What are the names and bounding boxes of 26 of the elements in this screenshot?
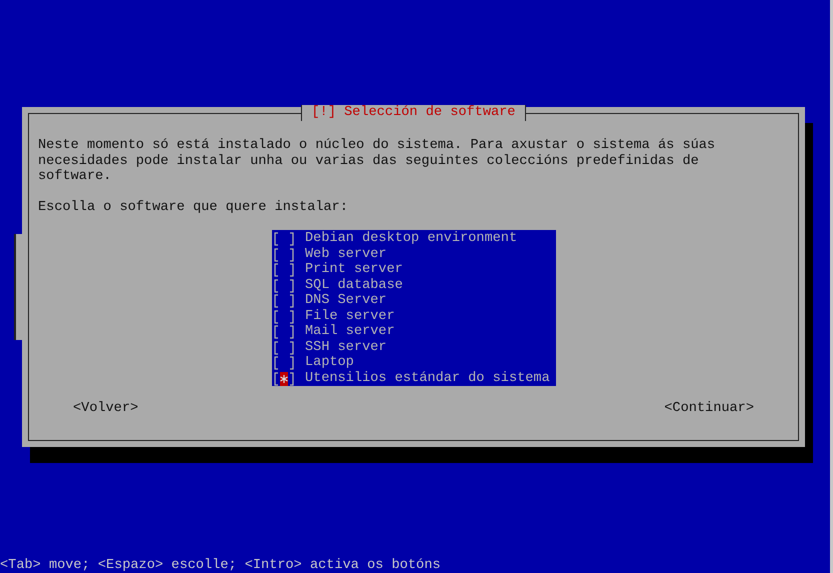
checkbox[interactable] (274, 294, 294, 308)
software-option[interactable]: Debian desktop environment (305, 231, 518, 247)
checkbox[interactable] (274, 232, 294, 246)
checkbox[interactable] (274, 340, 294, 355)
back-button[interactable]: <Volver> (73, 401, 138, 417)
checkbox[interactable] (274, 372, 294, 386)
continue-button[interactable]: <Continuar> (664, 401, 754, 417)
checkbox[interactable] (274, 278, 294, 293)
software-option[interactable]: SQL database (305, 278, 403, 294)
software-option[interactable]: DNS Server (305, 293, 387, 309)
software-option[interactable]: SSH server (305, 340, 387, 356)
checkbox[interactable] (274, 263, 294, 278)
checkbox[interactable] (274, 310, 294, 324)
description-text: Neste momento só está instalado o núcleo do sistema. Para axustar o sistema ás súas necesidades pode instalar unha ou varias das seguintes coleccións predefinidas de software. (38, 138, 716, 185)
software-option[interactable]: Print server (305, 262, 403, 278)
software-option[interactable]: Utensilios estándar do sistema (305, 370, 550, 386)
key-help-text: <Tab> move; <Espazo> escolle; <Intro> activa os botóns (0, 558, 441, 573)
prompt-text: Escolla o software que quere instalar: (38, 200, 349, 216)
software-option[interactable]: Web server (305, 246, 387, 262)
checkbox[interactable] (274, 248, 294, 262)
checkbox[interactable] (274, 356, 294, 370)
software-option[interactable]: File server (305, 308, 395, 324)
software-option[interactable]: Laptop (305, 355, 354, 371)
checkbox[interactable] (274, 325, 294, 340)
software-option[interactable]: Mail server (305, 324, 395, 340)
dialog-title: [!] Selección de software (300, 105, 526, 121)
